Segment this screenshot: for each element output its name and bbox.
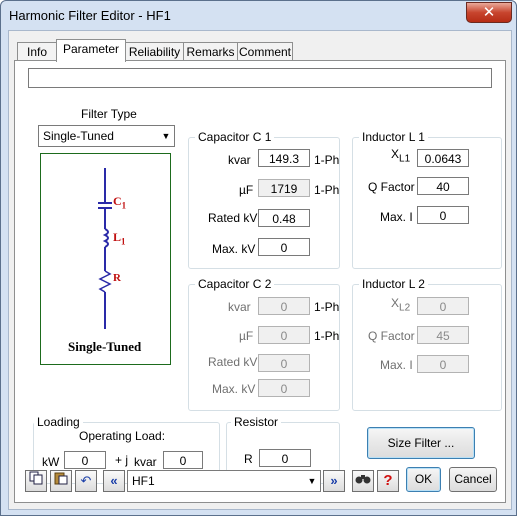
find-icon[interactable] [352, 470, 374, 492]
inductor-l1-title: Inductor L 1 [359, 130, 428, 144]
dialog-client: Info Parameter Reliability Remarks Comme… [8, 30, 512, 510]
cancel-button[interactable]: Cancel [449, 467, 497, 492]
close-button[interactable]: ✕ [466, 2, 512, 23]
c1-uf-field: 1719 [258, 179, 310, 197]
r-label: R [113, 272, 121, 284]
j-label: + j [115, 453, 129, 467]
l2-q-field: 45 [417, 326, 469, 344]
tab-comment[interactable]: Comment [237, 42, 293, 61]
c2-max-kv-field: 0 [258, 379, 310, 397]
chevron-down-icon: ▼ [161, 131, 171, 141]
tab-parameter[interactable]: Parameter [56, 39, 126, 62]
c2-rated-kv-label: Rated kV [208, 355, 258, 369]
l-label: L1 [113, 230, 126, 247]
resistor-title: Resistor [231, 415, 282, 429]
kvar-label: kvar [134, 455, 157, 469]
c1-max-kv-label: Max. kV [212, 242, 256, 256]
l1-max-i-label: Max. I [380, 210, 413, 224]
diagram-caption: Single-Tuned [68, 339, 142, 354]
help-icon[interactable]: ? [377, 470, 399, 492]
copy-icon[interactable] [25, 470, 47, 492]
c2-uf-label: µF [239, 329, 254, 343]
kw-field[interactable]: 0 [64, 451, 106, 469]
c1-kvar-unit: 1-Ph [314, 153, 340, 167]
c2-uf-field: 0 [258, 326, 310, 344]
prev-icon[interactable]: « [103, 470, 125, 492]
c2-max-kv-label: Max. kV [212, 382, 256, 396]
size-filter-button[interactable]: Size Filter ... [367, 427, 475, 459]
filter-type-value: Single-Tuned [43, 129, 114, 143]
chevron-down-icon: ▼ [307, 476, 317, 486]
l2-max-i-field: 0 [417, 355, 469, 373]
navigator-select[interactable]: HF1 ▼ [127, 470, 321, 492]
parameter-page: Filter Type Single-Tuned ▼ C1 L1 R Singl… [14, 60, 506, 503]
c1-rated-kv-field[interactable]: 0.48 [258, 209, 310, 227]
c1-kvar-label: kvar [228, 153, 251, 167]
c2-kvar-label: kvar [228, 300, 251, 314]
l1-max-i-field[interactable]: 0 [417, 206, 469, 224]
resistor-r-field[interactable]: 0 [259, 449, 311, 467]
c2-uf-unit: 1-Ph [314, 329, 340, 343]
l2-max-i-label: Max. I [380, 358, 413, 372]
description-field[interactable] [28, 68, 492, 88]
c2-rated-kv-field: 0 [258, 354, 310, 372]
undo-icon[interactable]: ↶ [75, 470, 97, 492]
title-bar: Harmonic Filter Editor - HF1 ✕ [1, 1, 516, 31]
window-title: Harmonic Filter Editor - HF1 [9, 8, 171, 23]
loading-title: Loading [34, 415, 83, 429]
single-tuned-circuit-icon [98, 168, 112, 329]
editor-window: Harmonic Filter Editor - HF1 ✕ Info Para… [0, 0, 517, 516]
l1-q-label: Q Factor [368, 180, 415, 194]
c1-uf-unit: 1-Ph [314, 183, 340, 197]
l1-xl-field[interactable]: 0.0643 [417, 149, 469, 167]
resistor-r-label: R [244, 452, 253, 466]
c2-kvar-unit: 1-Ph [314, 300, 340, 314]
l1-xl-label: XL1 [391, 147, 411, 165]
l2-q-label: Q Factor [368, 329, 415, 343]
kvar-field[interactable]: 0 [163, 451, 203, 469]
filter-diagram: C1 L1 R Single-Tuned [40, 153, 171, 365]
filter-type-label: Filter Type [81, 107, 137, 121]
paste-icon[interactable] [50, 470, 72, 492]
c1-uf-label: µF [239, 183, 254, 197]
l2-xl-field: 0 [417, 297, 469, 315]
ok-button[interactable]: OK [406, 467, 441, 492]
kw-label: kW [42, 455, 60, 469]
c1-max-kv-field[interactable]: 0 [258, 238, 310, 256]
operating-load-label: Operating Load: [79, 429, 166, 443]
c2-kvar-field: 0 [258, 297, 310, 315]
tab-info[interactable]: Info [17, 42, 57, 61]
c1-kvar-field[interactable]: 149.3 [258, 149, 310, 167]
tab-reliability[interactable]: Reliability [125, 42, 184, 61]
capacitor-c2-title: Capacitor C 2 [195, 277, 275, 291]
l1-q-field[interactable]: 40 [417, 177, 469, 195]
inductor-l2-title: Inductor L 2 [359, 277, 428, 291]
c-label: C1 [113, 194, 127, 211]
c1-rated-kv-label: Rated kV [208, 211, 258, 225]
l2-xl-label: XL2 [391, 296, 411, 314]
navigator-value: HF1 [132, 474, 155, 488]
next-icon[interactable]: » [323, 470, 345, 492]
tab-remarks[interactable]: Remarks [183, 42, 238, 61]
filter-type-select[interactable]: Single-Tuned ▼ [38, 125, 175, 147]
capacitor-c1-title: Capacitor C 1 [195, 130, 275, 144]
